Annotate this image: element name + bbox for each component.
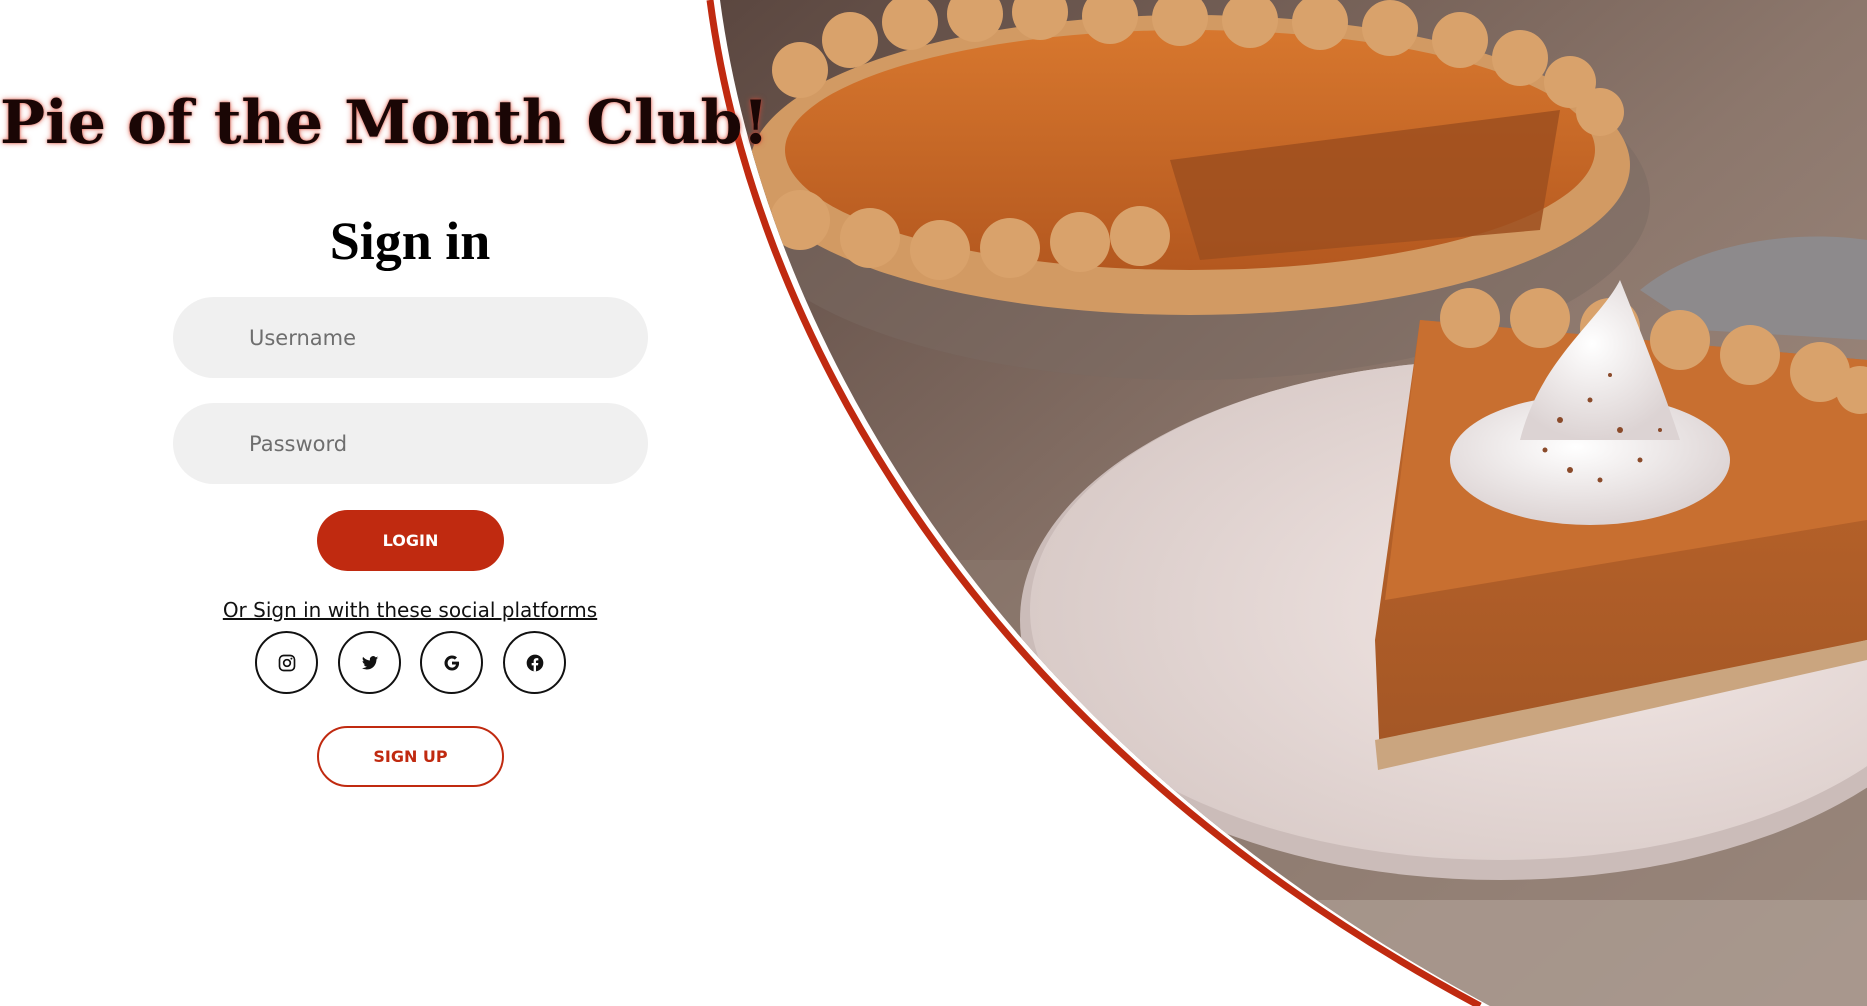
google-icon (444, 655, 459, 670)
signin-panel: Pie of the Month Club! Sign in LOGIN Or … (0, 0, 820, 1006)
instagram-icon (278, 654, 295, 671)
username-input[interactable] (173, 297, 648, 378)
google-button[interactable] (420, 631, 483, 694)
login-button[interactable]: LOGIN (317, 510, 504, 571)
social-signin-link[interactable]: Or Sign in with these social platforms (223, 598, 597, 622)
social-signin-text: Or Sign in with these social platforms (0, 598, 820, 622)
facebook-icon (526, 654, 543, 671)
signin-heading: Sign in (329, 211, 491, 271)
twitter-icon (361, 655, 378, 670)
password-input[interactable] (173, 403, 648, 484)
twitter-button[interactable] (338, 631, 401, 694)
club-title: Pie of the Month Club! (0, 88, 769, 158)
signup-button[interactable]: SIGN UP (317, 726, 504, 787)
instagram-button[interactable] (255, 631, 318, 694)
facebook-button[interactable] (503, 631, 566, 694)
